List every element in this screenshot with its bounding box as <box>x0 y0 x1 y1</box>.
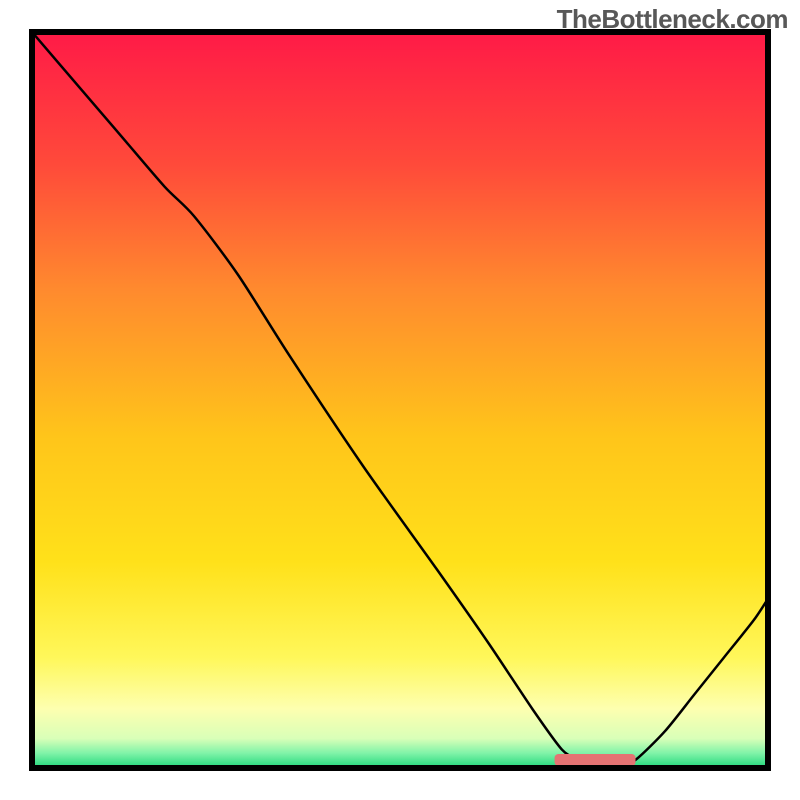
gradient-background <box>32 32 768 768</box>
plot-svg <box>0 0 800 800</box>
chart-container: TheBottleneck.com <box>0 0 800 800</box>
optimal-marker <box>555 754 636 766</box>
watermark: TheBottleneck.com <box>557 4 788 35</box>
